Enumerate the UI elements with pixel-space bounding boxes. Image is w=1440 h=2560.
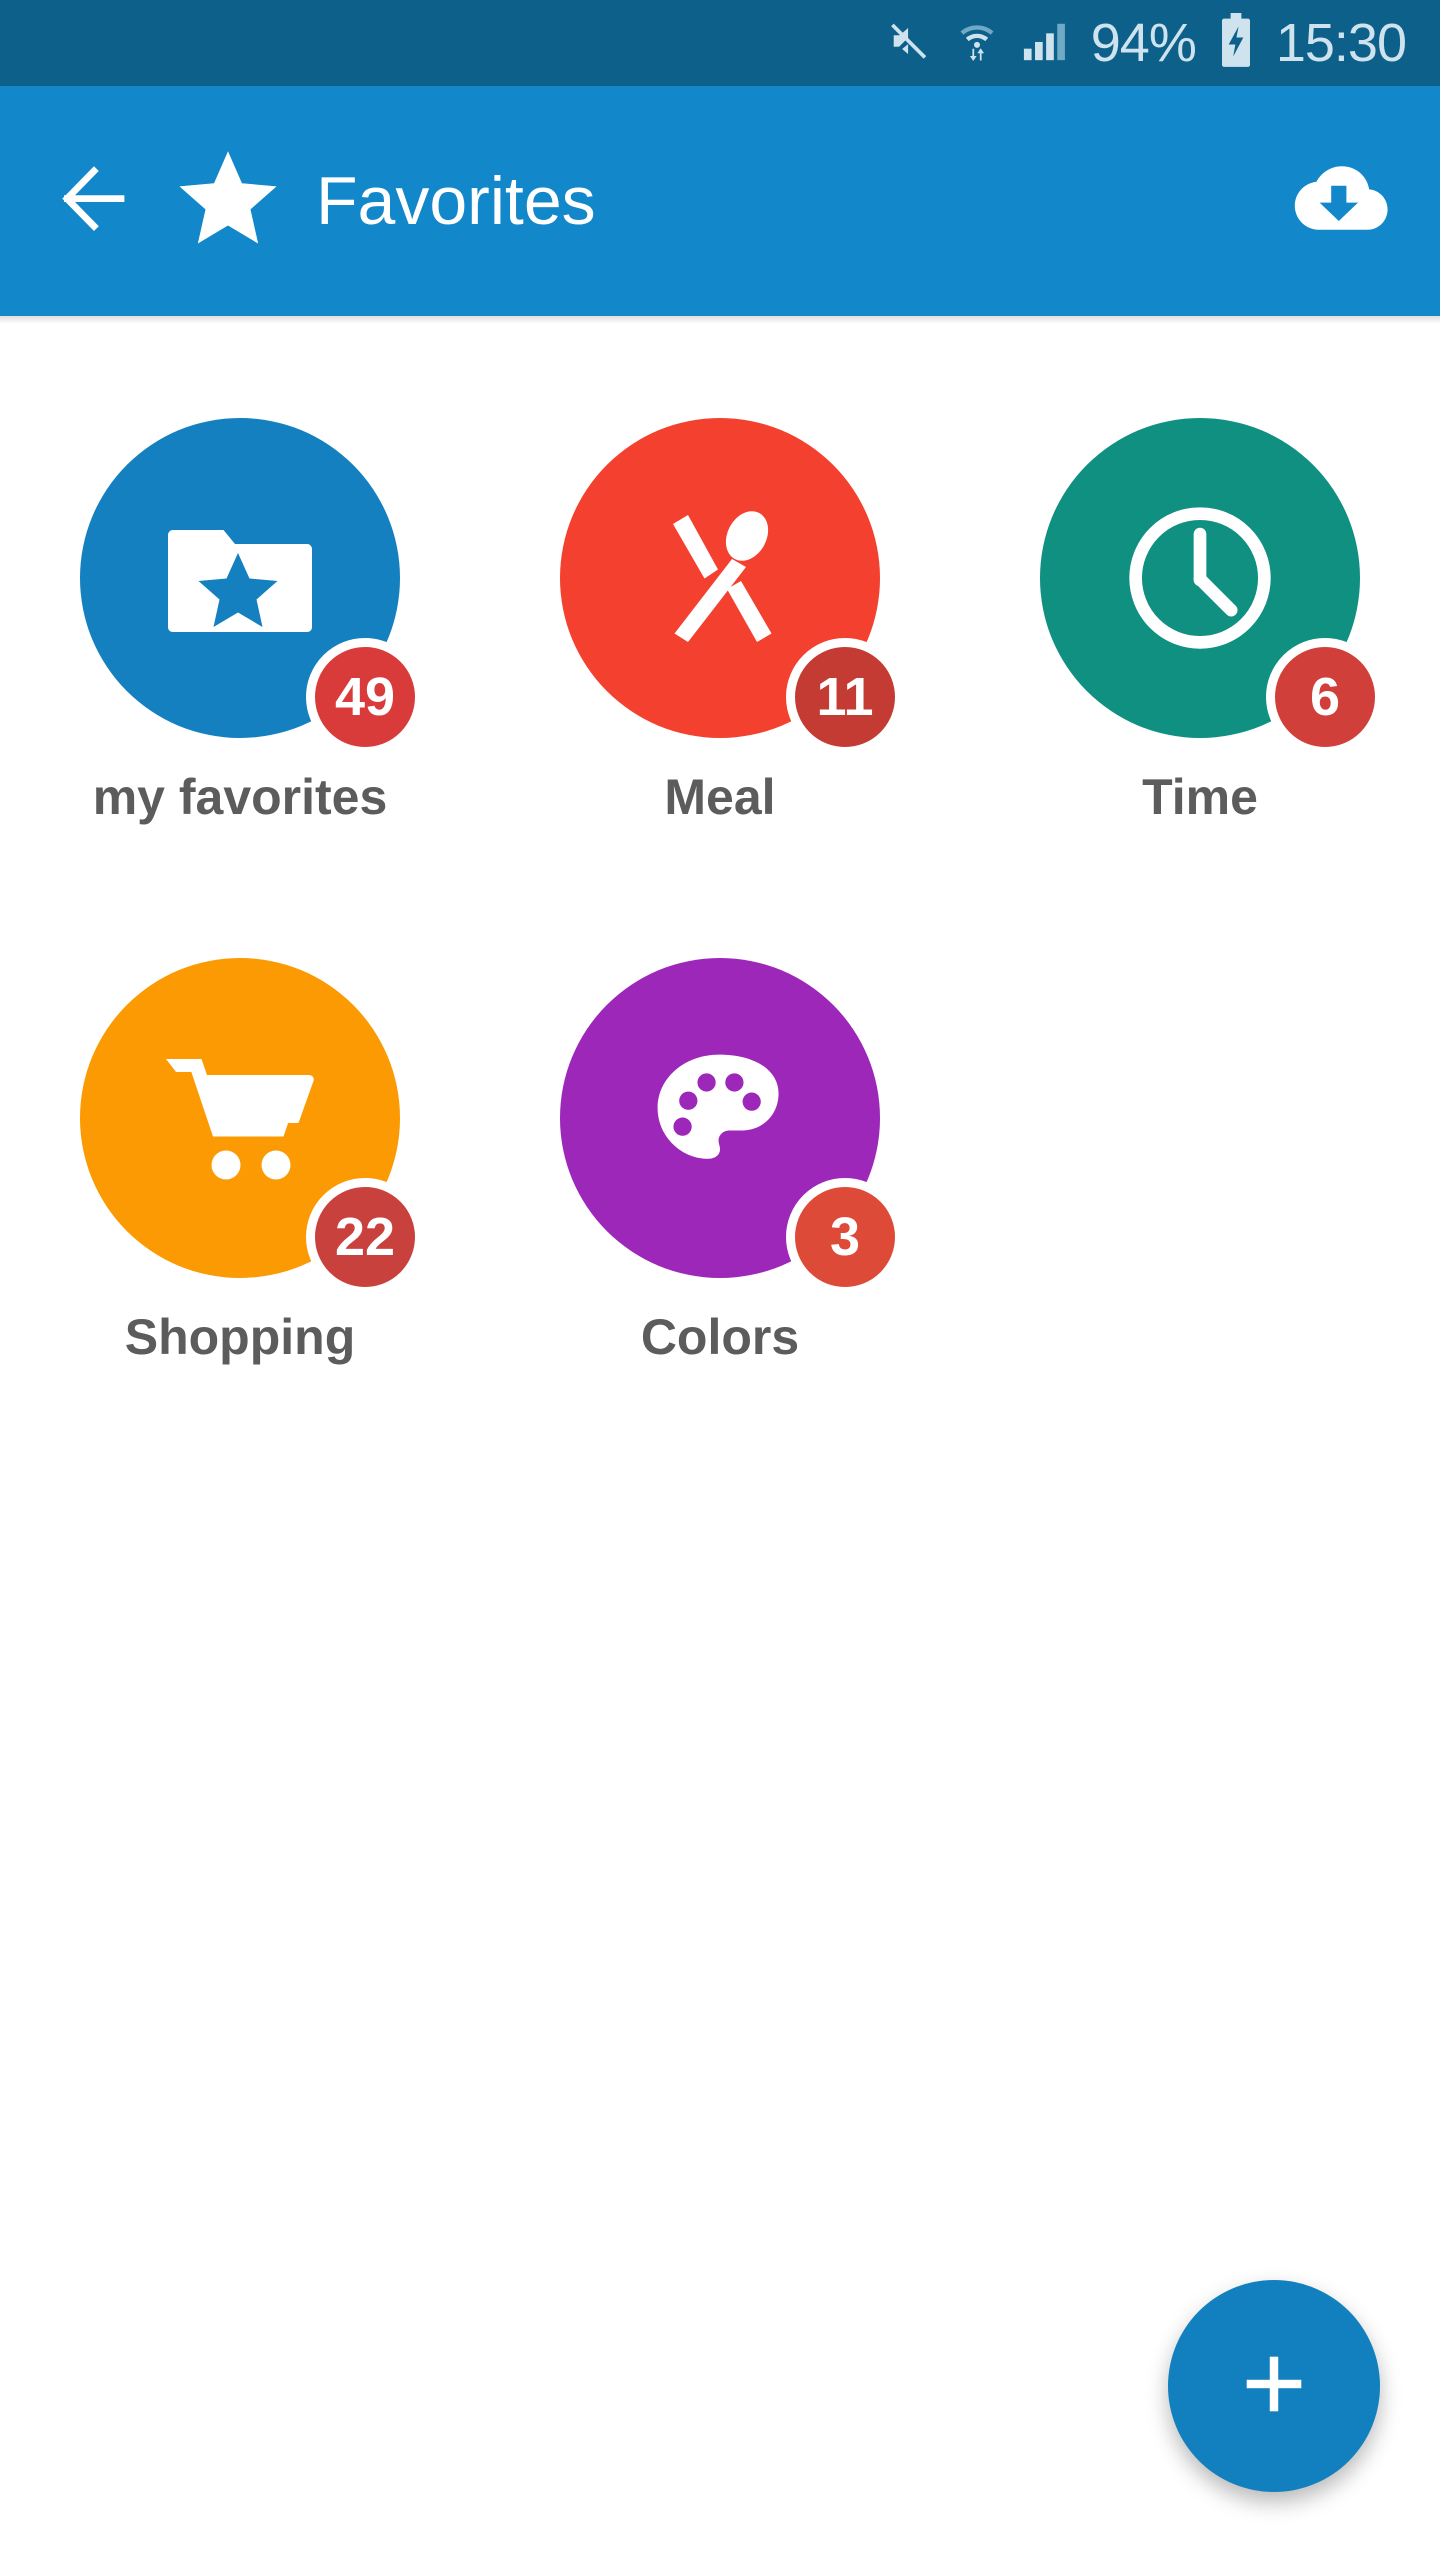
- badge-count: 22: [306, 1178, 424, 1296]
- category-grid: 49 my favorites 11 Meal 6 Time 22 Shoppi…: [0, 384, 1440, 1464]
- tile-wrap: 3: [560, 958, 904, 1296]
- cloud-download-button[interactable]: [1278, 141, 1398, 261]
- category-item-meal[interactable]: 11 Meal: [480, 384, 960, 924]
- battery-percent-label: 94%: [1090, 13, 1197, 73]
- back-arrow-icon: [59, 163, 147, 240]
- app-bar: Favorites: [0, 86, 1440, 316]
- tile-wrap: 22: [80, 958, 424, 1296]
- cellular-signal-icon: [1021, 18, 1069, 69]
- category-item-my-favorites[interactable]: 49 my favorites: [0, 384, 480, 924]
- badge-count: 6: [1266, 638, 1384, 756]
- badge-count: 49: [306, 638, 424, 756]
- category-label: Meal: [664, 769, 776, 825]
- category-grid-empty-slot: [960, 924, 1440, 1464]
- category-item-time[interactable]: 6 Time: [960, 384, 1440, 924]
- category-label: Colors: [640, 1309, 800, 1365]
- category-item-shopping[interactable]: 22 Shopping: [0, 924, 480, 1464]
- badge-count: 11: [786, 638, 904, 756]
- category-item-colors[interactable]: 3 Colors: [480, 924, 960, 1464]
- content-area: 49 my favorites 11 Meal 6 Time 22 Shoppi…: [0, 324, 1440, 2560]
- cloud-download-icon: [1286, 157, 1390, 246]
- category-label: Shopping: [124, 1309, 356, 1365]
- add-button[interactable]: [1168, 2280, 1380, 2492]
- clock-label: 15:30: [1275, 13, 1407, 73]
- category-label: Time: [1142, 769, 1258, 825]
- badge-label: 22: [334, 1207, 396, 1267]
- status-bar: 94% 15:30: [0, 0, 1440, 86]
- back-button[interactable]: [48, 146, 158, 256]
- badge-label: 49: [334, 667, 396, 727]
- app-bar-shadow: [0, 316, 1440, 324]
- tile-wrap: 49: [80, 418, 424, 756]
- badge-label: 6: [1309, 667, 1341, 727]
- status-bar-icons: 94% 15:30: [887, 12, 1407, 74]
- battery-charging-icon: [1218, 12, 1254, 74]
- mute-icon: [887, 18, 933, 69]
- tile-wrap: 6: [1040, 418, 1384, 756]
- badge-label: 3: [829, 1207, 861, 1267]
- badge-count: 3: [786, 1178, 904, 1296]
- page-title: Favorites: [316, 163, 596, 239]
- star-icon: [172, 145, 284, 258]
- category-label: my favorites: [92, 769, 388, 825]
- title-star-wrap: [172, 145, 284, 258]
- badge-label: 11: [816, 667, 874, 727]
- wifi-icon: [955, 18, 999, 69]
- tile-wrap: 11: [560, 418, 904, 756]
- plus-icon: [1235, 2345, 1313, 2428]
